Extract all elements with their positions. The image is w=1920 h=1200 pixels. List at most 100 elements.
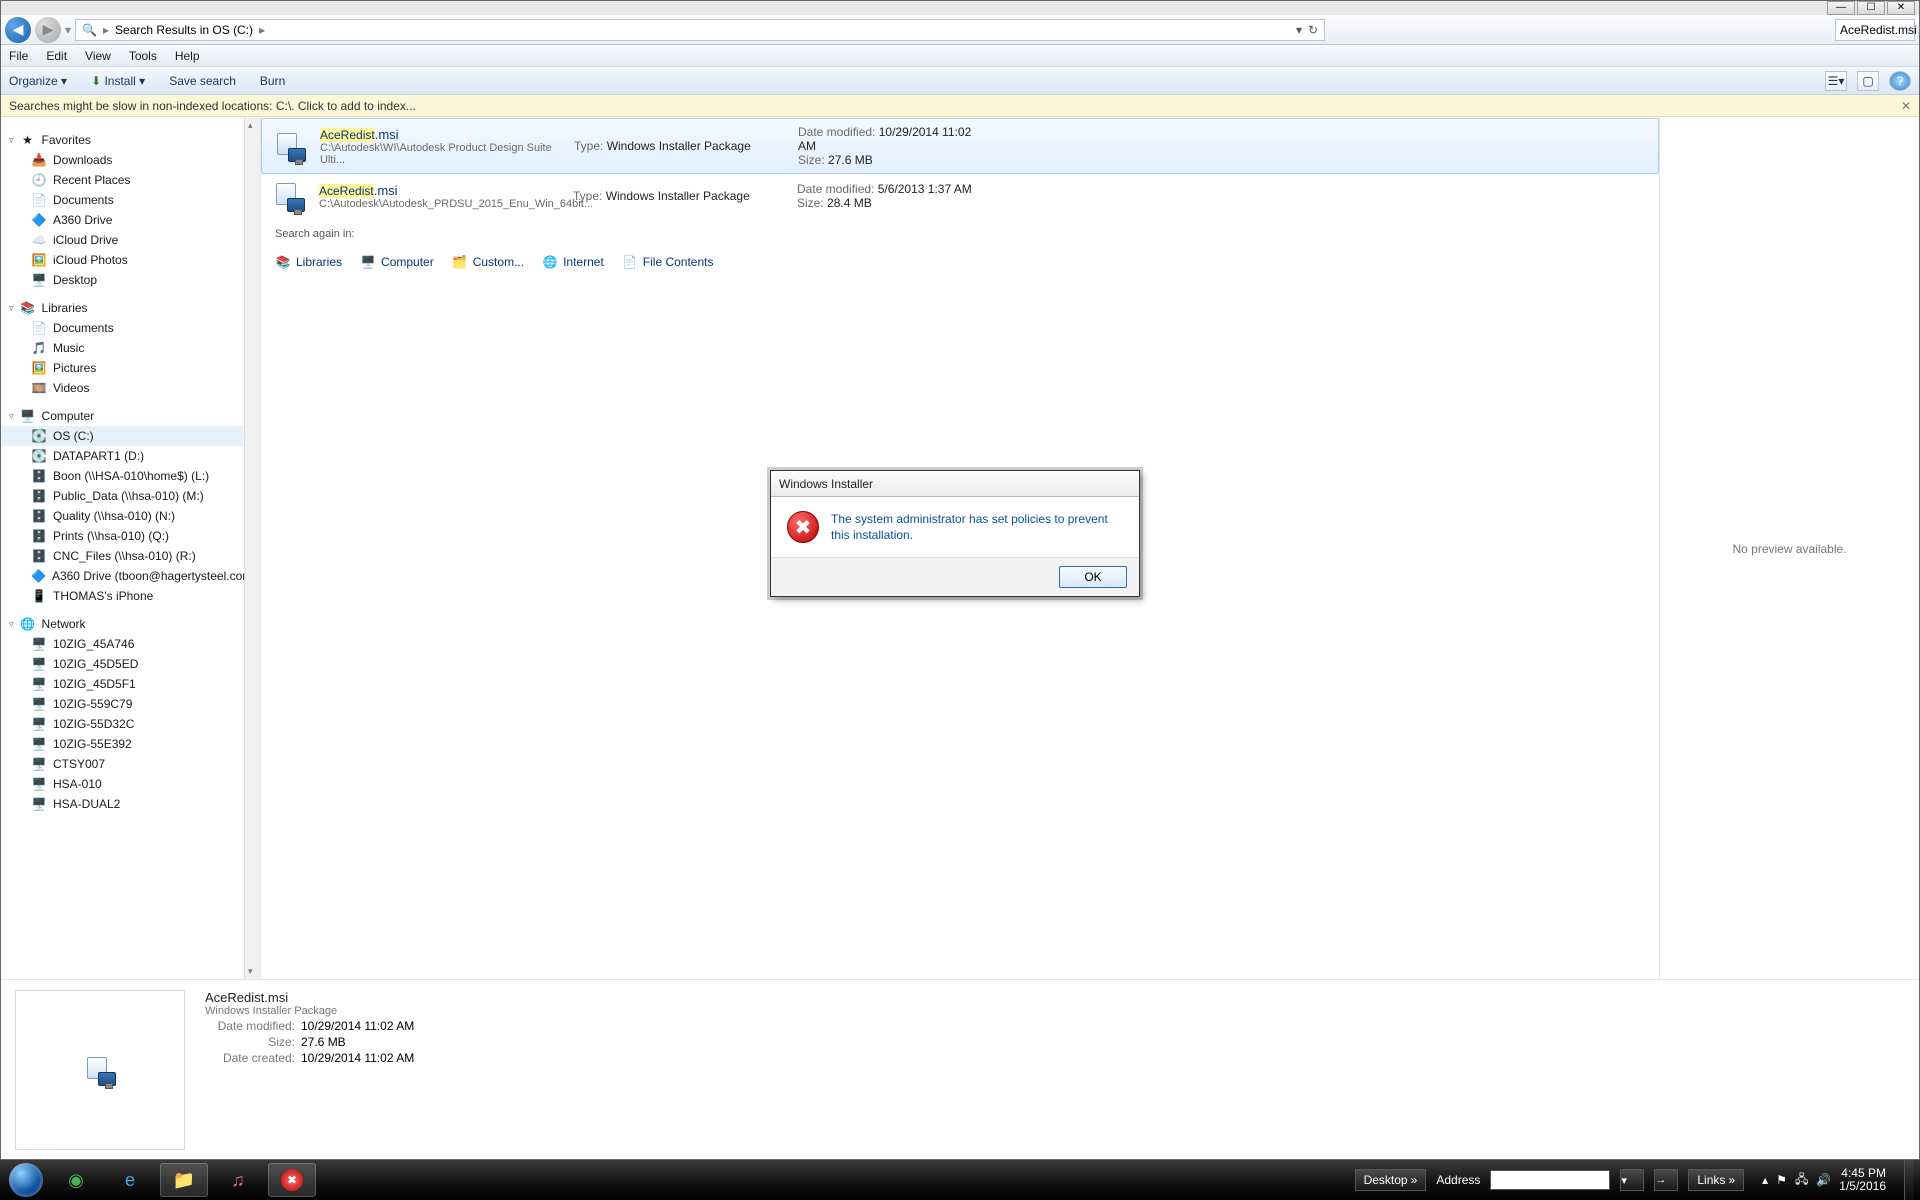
search-result-row[interactable]: AceRedist.msi C:\Autodesk\WI\Autodesk Pr… xyxy=(261,118,1659,174)
search-again-item[interactable]: 📄File Contents xyxy=(622,254,714,270)
tree-item-icon: 🕘 xyxy=(31,172,47,188)
nav-forward-button[interactable]: ▶ xyxy=(35,17,61,43)
tray-network-icon[interactable]: 🖧 xyxy=(1795,1170,1808,1191)
minimize-button[interactable]: — xyxy=(1827,1,1855,15)
address-go-button[interactable]: → xyxy=(1654,1169,1678,1191)
tray-flag-icon[interactable]: ⚑ xyxy=(1776,1173,1787,1187)
close-button[interactable]: ✕ xyxy=(1887,1,1915,15)
tree-item[interactable]: 🖥️10ZIG_45D5F1 xyxy=(1,674,260,694)
tree-header-libraries[interactable]: ▿📚Libraries xyxy=(1,298,260,318)
refresh-icon[interactable]: ↻ xyxy=(1308,23,1318,37)
search-again-item[interactable]: 🌐Internet xyxy=(542,254,604,270)
tree-item[interactable]: 🖥️10ZIG_45A746 xyxy=(1,634,260,654)
tree-item[interactable]: 🖥️CTSY007 xyxy=(1,754,260,774)
tray-clock[interactable]: 4:45 PM 1/5/2016 xyxy=(1839,1167,1886,1193)
tree-item-label: Documents xyxy=(53,193,114,207)
tree-header-favorites[interactable]: ▿★Favorites xyxy=(1,130,260,150)
tree-item[interactable]: 🖥️10ZIG-55D32C xyxy=(1,714,260,734)
tree-item[interactable]: 🎵Music xyxy=(1,338,260,358)
tree-item[interactable]: 🖥️10ZIG_45D5ED xyxy=(1,654,260,674)
tree-item[interactable]: 📄Documents xyxy=(1,190,260,210)
taskbar[interactable]: ◉ e 📁 ♫ ✖ Desktop » Address ▾ → Links » … xyxy=(0,1160,1920,1200)
msi-file-icon xyxy=(84,1054,116,1086)
tree-item[interactable]: 🗄️Public_Data (\\hsa-010) (M:) xyxy=(1,486,260,506)
breadcrumb[interactable]: 🔍 ▸ Search Results in OS (C:) ▸ ▾ ↻ xyxy=(75,19,1325,41)
ok-button[interactable]: OK xyxy=(1059,566,1127,588)
start-button[interactable] xyxy=(6,1160,46,1200)
organize-button[interactable]: Organize ▾ xyxy=(9,74,67,88)
breadcrumb-dropdown-icon[interactable]: ▾ xyxy=(1296,23,1302,37)
search-result-row[interactable]: AceRedist.msi C:\Autodesk\Autodesk_PRDSU… xyxy=(261,174,1659,218)
menu-view[interactable]: View xyxy=(85,49,111,63)
search-again-item[interactable]: 📚Libraries xyxy=(275,254,342,270)
taskbar-ie[interactable]: e xyxy=(106,1163,154,1197)
taskbar-explorer[interactable]: 📁 xyxy=(160,1163,208,1197)
tree-item[interactable]: 💽OS (C:) xyxy=(1,426,260,446)
tree-item[interactable]: 🗄️Boon (\\HSA-010\home$) (L:) xyxy=(1,466,260,486)
disclosure-icon[interactable]: ▿ xyxy=(9,135,14,146)
tree-item-label: Documents xyxy=(53,321,114,335)
preview-pane-button[interactable]: ▢ xyxy=(1857,71,1879,91)
show-desktop-button[interactable] xyxy=(1904,1160,1914,1200)
disclosure-icon[interactable]: ▿ xyxy=(9,303,14,314)
tree-item[interactable]: 🖥️Desktop xyxy=(1,270,260,290)
tree-item[interactable]: 🖥️HSA-010 xyxy=(1,774,260,794)
tree-item[interactable]: 📱THOMAS's iPhone xyxy=(1,586,260,606)
links-band-button[interactable]: Links » xyxy=(1688,1169,1744,1191)
tree-item[interactable]: 🗄️Quality (\\hsa-010) (N:) xyxy=(1,506,260,526)
disclosure-icon[interactable]: ▿ xyxy=(9,411,14,422)
close-icon[interactable]: ✕ xyxy=(1901,99,1911,113)
address-dropdown-icon[interactable]: ▾ xyxy=(1620,1169,1644,1191)
taskbar-installer-error[interactable]: ✖ xyxy=(268,1163,316,1197)
titlebar[interactable]: — ☐ ✕ xyxy=(1,1,1919,15)
menu-tools[interactable]: Tools xyxy=(129,49,157,63)
nav-back-button[interactable]: ◀ xyxy=(5,17,31,43)
menu-file[interactable]: File xyxy=(9,49,28,63)
tree-item[interactable]: 🖼️iCloud Photos xyxy=(1,250,260,270)
tree-item[interactable]: 🖥️HSA-DUAL2 xyxy=(1,794,260,814)
index-warning-bar[interactable]: Searches might be slow in non-indexed lo… xyxy=(1,95,1919,117)
tree-item[interactable]: 📥Downloads xyxy=(1,150,260,170)
menu-help[interactable]: Help xyxy=(175,49,200,63)
tree-item[interactable]: 🎞️Videos xyxy=(1,378,260,398)
tree-item[interactable]: 🖼️Pictures xyxy=(1,358,260,378)
tree-item[interactable]: 🗄️Prints (\\hsa-010) (Q:) xyxy=(1,526,260,546)
tree-item[interactable]: 🖥️10ZIG-55E392 xyxy=(1,734,260,754)
system-tray[interactable]: ▴ ⚑ 🖧 🔊 4:45 PM 1/5/2016 xyxy=(1754,1167,1894,1193)
tree-item[interactable]: 🔷A360 Drive xyxy=(1,210,260,230)
recent-dropdown-icon[interactable]: ▾ xyxy=(65,23,71,37)
view-options-button[interactable]: ☰▾ xyxy=(1825,71,1847,91)
search-again-item[interactable]: 🖥️Computer xyxy=(360,254,434,270)
tree-item[interactable]: 📄Documents xyxy=(1,318,260,338)
tree-header-computer[interactable]: ▿🖥️Computer xyxy=(1,406,260,426)
search-input[interactable]: AceRedist.msi ✕ xyxy=(1835,19,1915,41)
help-button[interactable]: ? xyxy=(1889,71,1911,91)
tree-header-network[interactable]: ▿🌐Network xyxy=(1,614,260,634)
tray-volume-icon[interactable]: 🔊 xyxy=(1816,1173,1831,1187)
burn-button[interactable]: Burn xyxy=(260,74,285,88)
tree-item[interactable]: 💽DATAPART1 (D:) xyxy=(1,446,260,466)
tree-item[interactable]: 🗄️CNC_Files (\\hsa-010) (R:) xyxy=(1,546,260,566)
sidebar-scrollbar[interactable] xyxy=(244,118,260,979)
breadcrumb-text[interactable]: Search Results in OS (C:) xyxy=(115,23,253,37)
desktop-band-button[interactable]: Desktop » xyxy=(1355,1169,1427,1191)
menu-edit[interactable]: Edit xyxy=(46,49,67,63)
dialog-titlebar[interactable]: Windows Installer xyxy=(771,471,1139,497)
tree-item[interactable]: 🖥️10ZIG-559C79 xyxy=(1,694,260,714)
favorites-icon: ★ xyxy=(20,132,36,148)
tree-item[interactable]: 🔷A360 Drive (tboon@hagertysteel.com) xyxy=(1,566,260,586)
tree-item-icon: 💽 xyxy=(31,428,47,444)
tree-item[interactable]: ☁️iCloud Drive xyxy=(1,230,260,250)
disclosure-icon[interactable]: ▿ xyxy=(9,619,14,630)
address-band-input[interactable] xyxy=(1490,1170,1610,1190)
chevron-right-icon[interactable]: ▸ xyxy=(259,23,265,37)
chevron-right-icon[interactable]: ▸ xyxy=(103,23,109,37)
install-button[interactable]: ⬇ Install ▾ xyxy=(91,74,145,88)
search-again-item[interactable]: 🗂️Custom... xyxy=(452,254,524,270)
taskbar-itunes[interactable]: ♫ xyxy=(214,1163,262,1197)
maximize-button[interactable]: ☐ xyxy=(1857,1,1885,15)
save-search-button[interactable]: Save search xyxy=(169,74,236,88)
taskbar-chrome[interactable]: ◉ xyxy=(52,1163,100,1197)
tray-show-hidden-icon[interactable]: ▴ xyxy=(1762,1173,1768,1187)
tree-item[interactable]: 🕘Recent Places xyxy=(1,170,260,190)
